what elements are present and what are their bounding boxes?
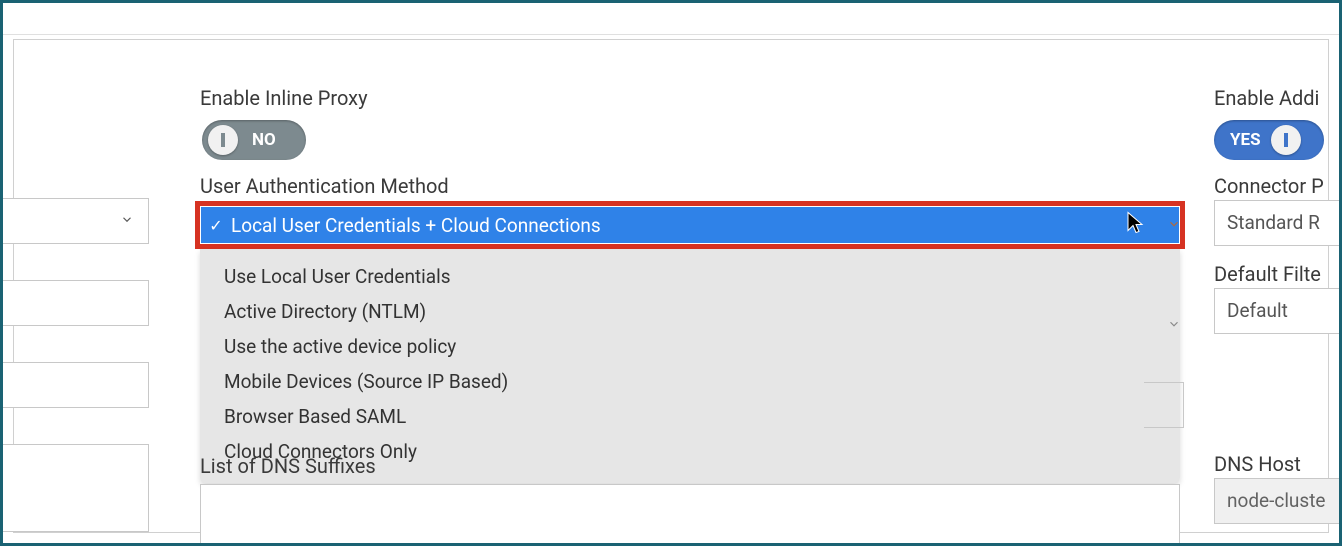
enable-additional-label: Enable Addi [1214,86,1319,110]
user-auth-method-dropdown[interactable]: ✓ Local User Credentials + Cloud Connect… [195,201,1185,249]
enable-inline-proxy-toggle[interactable]: NO [202,120,306,160]
cropped-input[interactable] [0,362,149,408]
cropped-select[interactable] [0,198,149,244]
screenshot-frame: Enable Inline Proxy NO User Authenticati… [0,0,1342,546]
cropped-input[interactable] [0,444,149,532]
default-filter-value: Default [1227,299,1288,322]
toggle-knob [208,125,238,155]
chevron-down-icon [120,212,134,231]
cropped-input[interactable] [0,280,149,326]
dropdown-option[interactable]: Mobile Devices (Source IP Based) [200,364,1180,399]
default-filter-select[interactable]: Default [1214,288,1342,334]
default-filter-label: Default Filte [1214,262,1321,286]
enable-inline-proxy-label: Enable Inline Proxy [200,86,368,110]
dns-suffixes-textarea[interactable] [200,484,1180,546]
settings-panel: Enable Inline Proxy NO User Authenticati… [13,39,1329,533]
dns-host-field: node-cluste [1214,478,1342,524]
dropdown-option[interactable]: Active Directory (NTLM) [200,294,1180,329]
dns-suffixes-label: List of DNS Suffixes [200,454,376,478]
connector-label: Connector P [1214,174,1324,198]
toggle-knob [1271,125,1301,155]
dns-host-label: DNS Host [1214,452,1301,476]
user-auth-method-label: User Authentication Method [200,174,449,198]
cropped-input-edge [1144,382,1184,428]
toggle-text: YES [1230,130,1261,150]
divider [3,34,1339,35]
dropdown-option[interactable]: Use Local User Credentials [200,259,1180,294]
cursor-icon [1126,211,1144,240]
dropdown-option[interactable]: Use the active device policy [200,329,1180,364]
check-icon: ✓ [207,216,225,235]
dropdown-selected-text: Local User Credentials + Cloud Connectio… [231,214,601,237]
dropdown-selected-option[interactable]: ✓ Local User Credentials + Cloud Connect… [201,207,1179,243]
dns-host-value: node-cluste [1227,489,1326,512]
enable-additional-toggle[interactable]: YES [1214,120,1324,160]
dropdown-option[interactable]: Browser Based SAML [200,399,1180,434]
toggle-text: NO [252,130,276,150]
connector-value: Standard R [1227,211,1320,234]
connector-select[interactable]: Standard R [1214,200,1342,246]
user-auth-method-dropdown-list: Use Local User Credentials Active Direct… [200,249,1180,483]
